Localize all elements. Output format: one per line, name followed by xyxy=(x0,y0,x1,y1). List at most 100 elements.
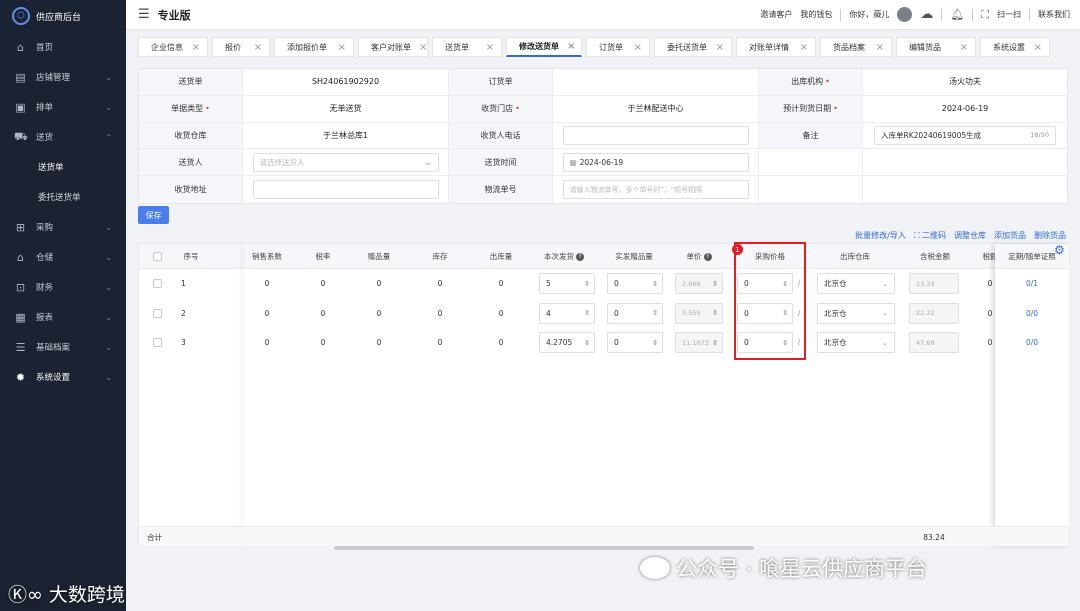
sidebar-item-10[interactable]: ☰ 基础档案 ⌄ xyxy=(0,332,126,362)
help-icon[interactable]: ? xyxy=(576,252,584,261)
sidebar-item-5[interactable]: 委托送货单 xyxy=(0,182,126,212)
header-no: 序号 xyxy=(161,244,221,269)
action-link-3[interactable]: 添加货品 xyxy=(994,230,1026,241)
sidebar-item-1[interactable]: ▤ 店铺管理 ⌄ xyxy=(0,62,126,92)
sidebar-item-7[interactable]: ⌂ 仓储 ⌄ xyxy=(0,242,126,272)
sidebar-item-6[interactable]: ⊞ 采购 ⌄ xyxy=(0,212,126,242)
wallet-link[interactable]: 我的钱包 xyxy=(800,9,832,20)
action-link-0[interactable]: 批量修改/导入 xyxy=(855,230,906,241)
header-label: 含税金额 xyxy=(920,252,950,261)
phone-input[interactable] xyxy=(562,125,749,145)
close-icon[interactable]: × xyxy=(419,42,427,53)
sender-label: 送货人 xyxy=(139,149,243,176)
header-label: 赠品量 xyxy=(367,252,391,261)
out-warehouse-select[interactable]: 北京仓 ⌄ xyxy=(817,332,895,353)
close-icon[interactable]: × xyxy=(800,42,808,53)
logistics-input[interactable]: 请输入物流单号，多个单号时"，"顿号相隔 xyxy=(562,180,749,200)
tab-7[interactable]: 委托送货单 × xyxy=(654,37,732,57)
cert-link[interactable]: 0/0 xyxy=(995,299,1069,328)
stepper-icon[interactable]: ⇳ xyxy=(584,309,590,317)
tab-5[interactable]: 修改送货单 × xyxy=(506,37,582,57)
tab-11[interactable]: 系统设置 × xyxy=(980,37,1050,57)
close-icon[interactable]: × xyxy=(192,42,200,53)
addr-input[interactable] xyxy=(252,180,439,200)
sidebar-item-4[interactable]: 送货单 xyxy=(0,152,126,182)
tab-0[interactable]: 企业信息 × xyxy=(138,37,208,57)
save-button[interactable]: 保存 xyxy=(138,206,169,224)
cloud-download-icon[interactable]: ☁ xyxy=(920,7,933,22)
sidebar-item-2[interactable]: ▣ 排单 ⌄ xyxy=(0,92,126,122)
close-icon[interactable]: × xyxy=(1034,42,1042,53)
close-icon[interactable]: × xyxy=(486,42,494,53)
scan-link[interactable]: 扫一扫 xyxy=(997,9,1021,20)
stepper-icon[interactable]: ⇳ xyxy=(652,280,658,288)
header-actual-gift: 实发赠品量 xyxy=(599,244,669,269)
actual-gift-input[interactable]: 0 ⇳ xyxy=(607,332,663,353)
sender-select[interactable]: 请选择送货人 ⌄ xyxy=(252,152,439,172)
ship-qty-input[interactable]: 4 ⇳ xyxy=(539,302,595,324)
page-tabs: 企业信息 × 报价 × 添加报价单 × 客户对账单 × 送货单 × 修改送货单 × 订货单 × 委托送货单 ×… xyxy=(138,37,1068,57)
close-icon[interactable]: × xyxy=(634,42,642,53)
unit-price-input: 11.1673 ⇳ xyxy=(675,332,723,353)
cert-link[interactable]: 0/0 xyxy=(995,328,1069,357)
sidebar-item-8[interactable]: ⊡ 财务 ⌄ xyxy=(0,272,126,302)
tab-8[interactable]: 对账单详情 × xyxy=(736,37,816,57)
stepper-icon[interactable]: ⇳ xyxy=(652,339,658,347)
sidebar-item-3[interactable]: ⛟ 送货 ⌃ xyxy=(0,122,126,152)
action-link-2[interactable]: 调整仓库 xyxy=(954,230,986,241)
stepper-icon[interactable]: ⇳ xyxy=(584,280,590,288)
tab-1[interactable]: 报价 × xyxy=(212,37,270,57)
stepper-icon[interactable]: ⇳ xyxy=(584,339,590,347)
close-icon[interactable]: × xyxy=(716,42,724,53)
cert-link[interactable]: 0/1 xyxy=(995,269,1069,298)
sidebar-item-9[interactable]: ▦ 报表 ⌄ xyxy=(0,302,126,332)
brand[interactable]: ⬡ 供应商后台 xyxy=(0,0,126,32)
out-warehouse-select[interactable]: 北京仓 ⌄ xyxy=(817,273,895,294)
tab-label: 送货单 xyxy=(445,42,469,52)
action-link-1[interactable]: ⛶ 二维码 xyxy=(914,230,946,241)
time-label: 送货时间 xyxy=(449,149,553,176)
avatar[interactable] xyxy=(897,7,913,22)
horizontal-scrollbar[interactable] xyxy=(334,546,754,550)
actual-gift-input[interactable]: 0 ⇳ xyxy=(607,273,663,294)
ship-qty-input[interactable]: 4.2705 ⇳ xyxy=(539,332,595,353)
tab-6[interactable]: 订货单 × xyxy=(586,37,650,57)
invite-customer-link[interactable]: 邀请客户 xyxy=(760,9,792,20)
close-icon[interactable]: × xyxy=(960,42,968,53)
action-link-4[interactable]: 删除货品 xyxy=(1034,230,1066,241)
cell-coef: 0 xyxy=(264,279,270,288)
actual-gift-input[interactable]: 0 ⇳ xyxy=(607,302,663,324)
scan-icon[interactable]: ⛶ xyxy=(981,8,989,22)
out-warehouse-select[interactable]: 北京仓 ⌄ xyxy=(817,302,895,324)
sidebar-item-0[interactable]: ⌂ 首页 xyxy=(0,32,126,62)
stepper-icon[interactable]: ⇳ xyxy=(652,309,658,317)
topbar: ☰ 专业版 邀请客户 我的钱包 你好，薇儿 ☁ 🔔︎ ⛶ 扫一扫 联系我们 xyxy=(126,0,1080,30)
tax-amount-input: 47.69 xyxy=(909,332,959,353)
sidebar-item-11[interactable]: ✹ 系统设置 ⌄ xyxy=(0,362,126,392)
corner-watermark-text: 大数跨境 xyxy=(48,584,125,606)
tab-2[interactable]: 添加报价单 × xyxy=(274,37,354,57)
tab-9[interactable]: 货品档案 × xyxy=(820,37,892,57)
help-icon[interactable]: ? xyxy=(703,252,712,261)
items-table: 序号 销售系数 税率 赠品量 库存 出库量 本次发货? 实发赠品量 单价? 采购价格 出库仓库 含税金… xyxy=(138,243,1069,546)
menu-toggle-icon[interactable]: ☰ xyxy=(138,7,150,22)
chevron-icon: ⌄ xyxy=(105,102,112,112)
close-icon[interactable]: × xyxy=(876,42,884,53)
tab-4[interactable]: 送货单 × xyxy=(432,37,502,57)
cell-gift: 0 xyxy=(376,308,382,318)
close-icon[interactable]: × xyxy=(338,42,346,53)
bell-icon[interactable]: 🔔︎ xyxy=(950,8,964,21)
column-settings-gear-icon[interactable]: ⚙ xyxy=(1054,243,1065,257)
input-value: 47.69 xyxy=(916,338,935,347)
remark-input[interactable]: 入库单RK20240619005生成 18/50 xyxy=(874,125,1056,145)
time-picker[interactable]: ▦ 2024-06-19 xyxy=(562,152,749,172)
close-icon[interactable]: × xyxy=(567,41,575,52)
wh-value: 于兰林总库1 xyxy=(243,122,449,149)
tab-3[interactable]: 客户对账单 × xyxy=(358,37,428,57)
close-icon[interactable]: × xyxy=(254,42,262,53)
ship-qty-input[interactable]: 5 ⇳ xyxy=(539,273,595,294)
sidebar-item-label: 仓储 xyxy=(36,253,54,263)
brand-logo-icon: ⬡ xyxy=(12,7,30,25)
contact-link[interactable]: 联系我们 xyxy=(1038,9,1070,20)
tab-10[interactable]: 编辑货品 × xyxy=(896,37,976,57)
